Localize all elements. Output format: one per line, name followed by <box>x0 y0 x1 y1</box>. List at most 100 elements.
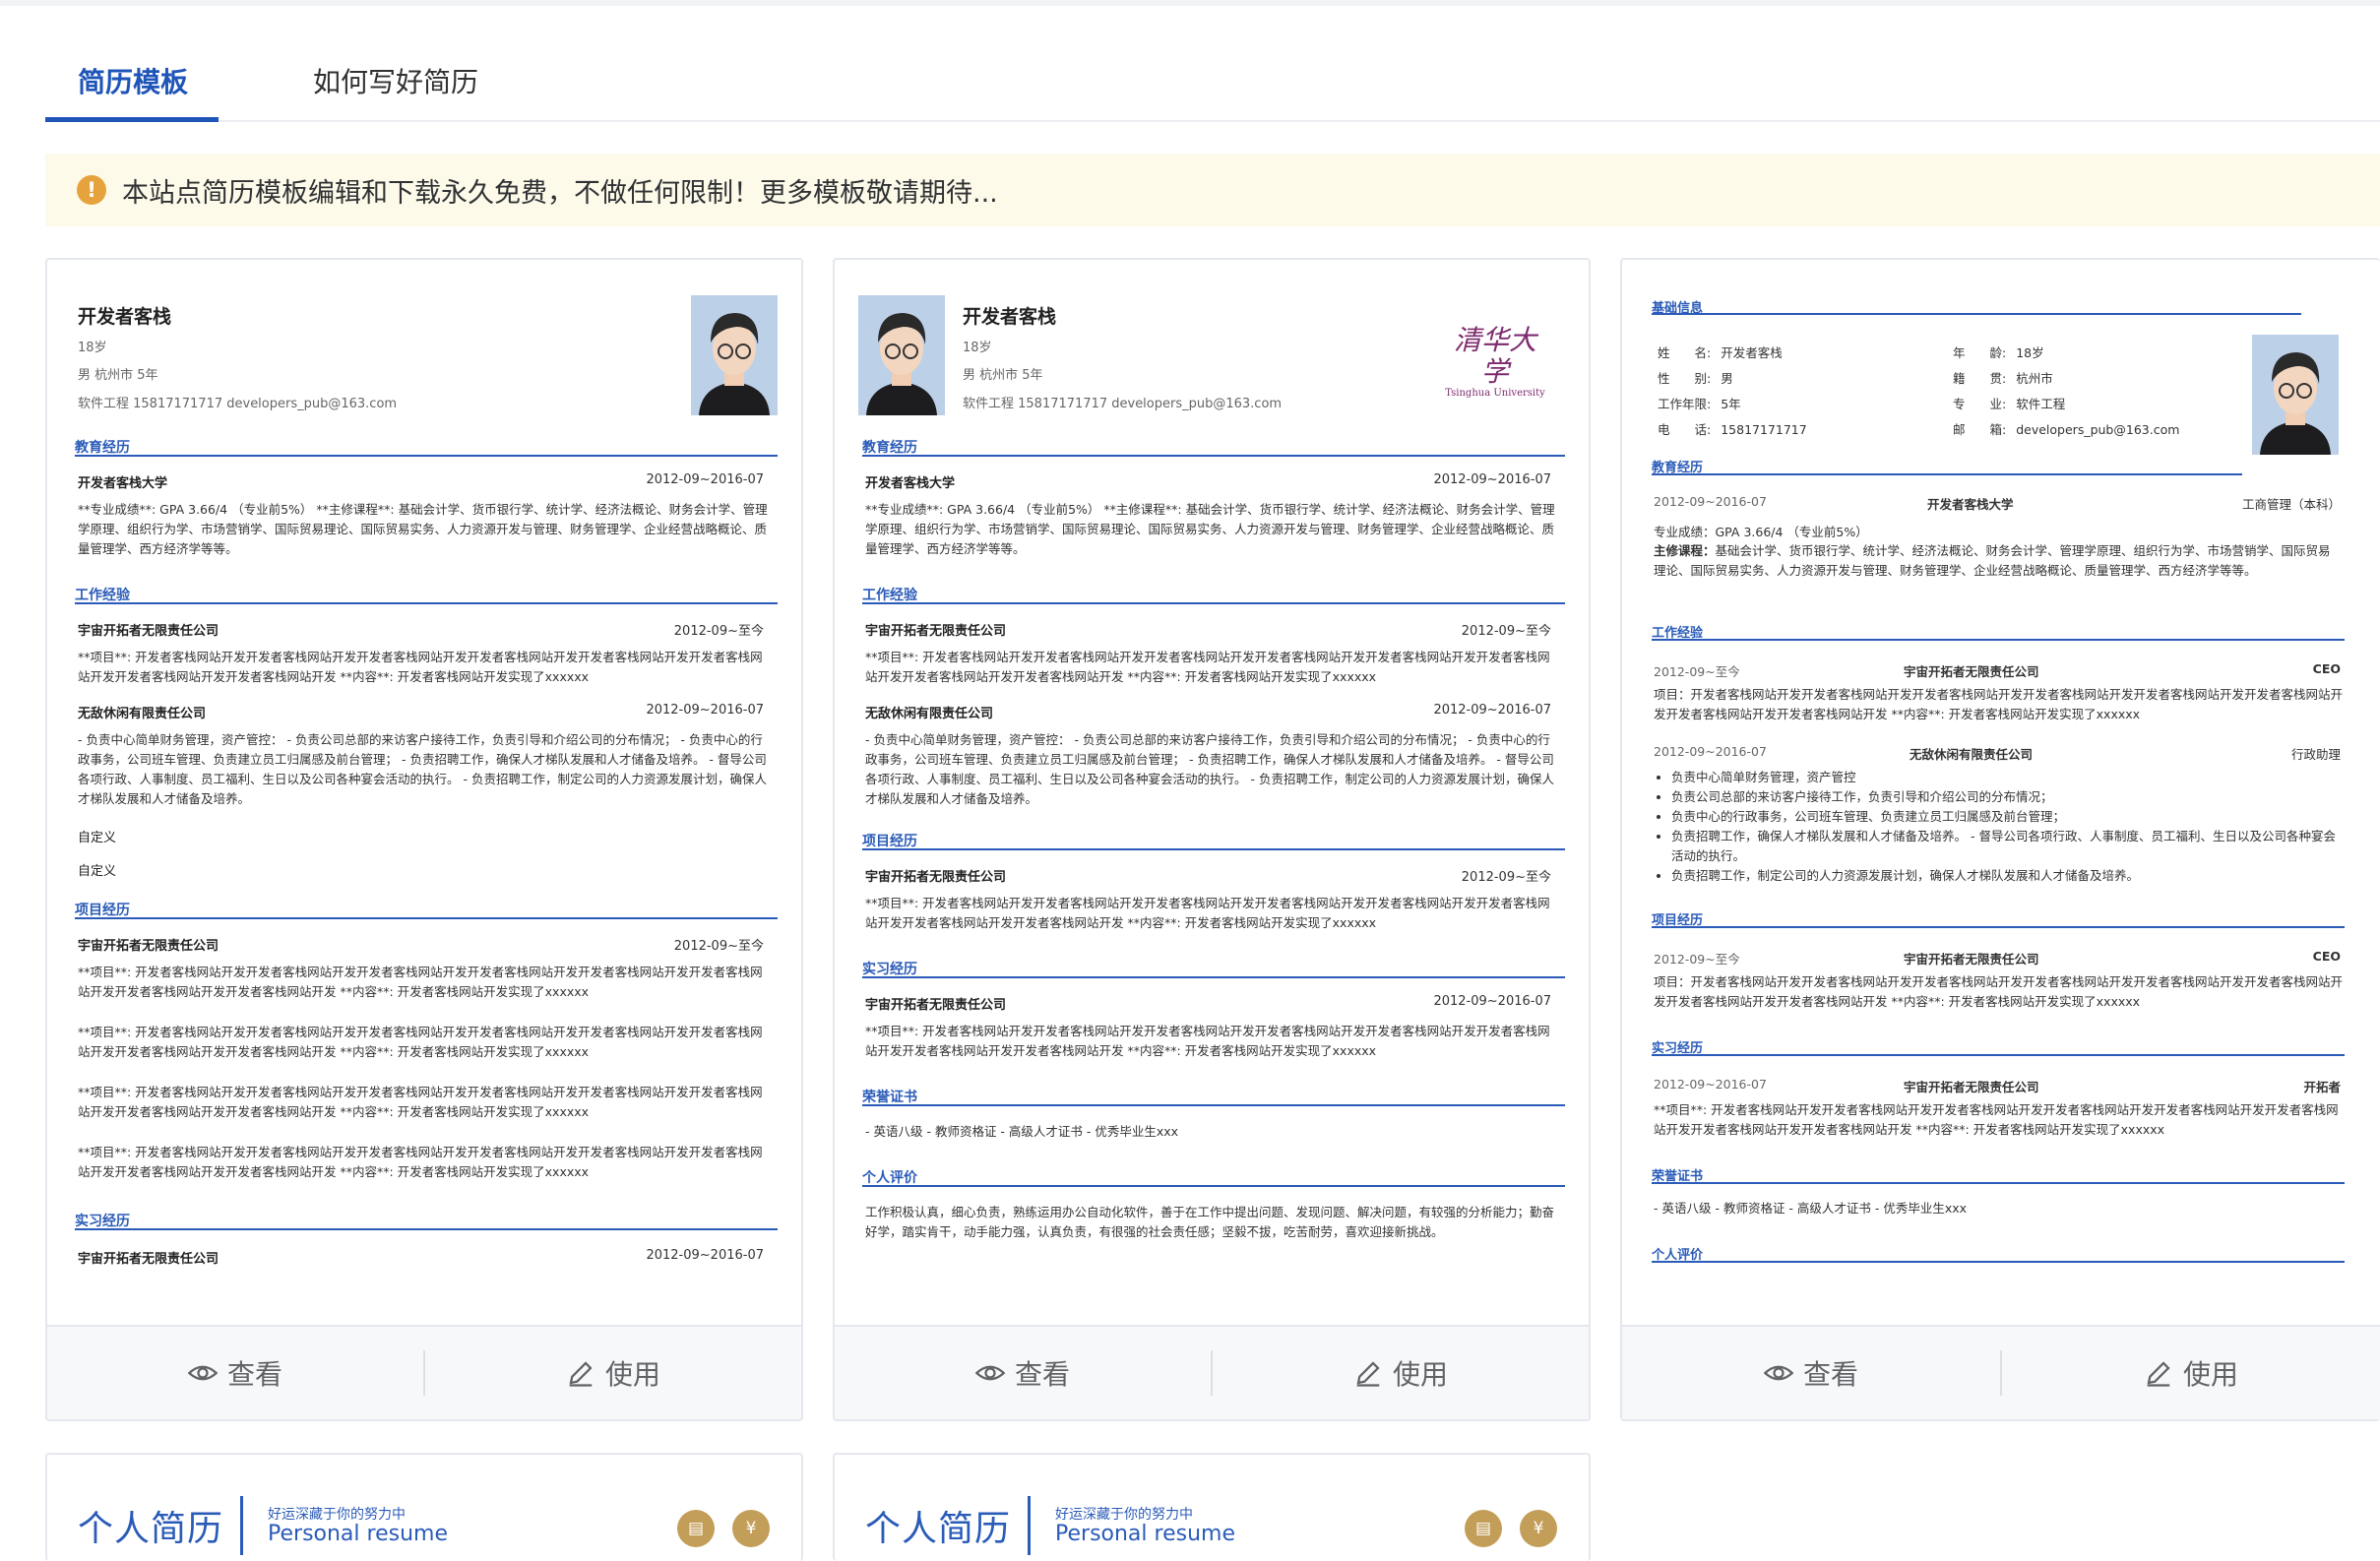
tab-bar: 简历模板 如何写好简历 <box>45 43 2380 122</box>
section-rule <box>862 1104 1565 1106</box>
template-card-4[interactable]: 个人简历 好运深藏于你的努力中 Personal resume ▤ ¥ <box>45 1453 803 1561</box>
resume-english-title: Personal resume <box>1055 1522 1235 1546</box>
custom-item: 自定义 <box>78 831 117 845</box>
view-button[interactable]: 查看 <box>47 1327 423 1419</box>
card-actions: 查看 使用 <box>1622 1325 2380 1419</box>
work-date: 2012-09~2016-07 <box>1654 744 1767 759</box>
section-rule <box>75 455 778 457</box>
edu-course: 基础会计学、货币银行学、统计学、经济法概论、财务会计学、管理学原理、组织行为学、… <box>1654 543 2331 578</box>
section-internship: 实习经历 <box>75 1214 130 1229</box>
work-text: **项目**: 开发者客栈网站开发开发者客栈网站开发开发者客栈网站开发开发者客栈… <box>865 650 1550 684</box>
label-email: 邮 箱: <box>1953 422 2007 437</box>
edu-school: 开发者客栈大学 <box>865 476 956 491</box>
section-rule <box>862 602 1565 604</box>
card-actions: 查看 使用 <box>835 1325 1589 1419</box>
value-email: developers_pub@163.com <box>2016 422 2180 437</box>
top-strip <box>0 0 2380 6</box>
logo-en: Tsinghua University <box>1445 388 1545 399</box>
label-age: 年 龄: <box>1953 345 2007 360</box>
university-logo: 清华大学 Tsinghua University <box>1441 325 1549 400</box>
avatar <box>691 295 778 415</box>
value-hometown: 杭州市 <box>2016 371 2053 386</box>
work-text: **项目**: 开发者客栈网站开发开发者客栈网站开发开发者客栈网站开发开发者客栈… <box>78 650 763 684</box>
tab-how-to-write[interactable]: 如何写好简历 <box>313 61 478 120</box>
resume-basic: 男 杭州市 5年 <box>963 368 1043 383</box>
section-rule <box>1652 1261 2345 1263</box>
logo-cn: 清华大学 <box>1453 324 1536 388</box>
list-item: 负责公司总部的来访客户接待工作，负责引导和介绍公司的分布情况； <box>1671 787 2343 807</box>
intern-text: **项目**: 开发者客栈网站开发开发者客栈网站开发开发者客栈网站开发开发者客栈… <box>1654 1102 2339 1137</box>
label-hometown: 籍 贯: <box>1953 371 2007 386</box>
section-rule <box>1652 926 2345 928</box>
honor-text: - 英语八级 - 教师资格证 - 高级人才证书 - 优秀毕业生xxx <box>1654 1201 1968 1216</box>
work-company: 宇宙开拓者无限责任公司 <box>78 624 219 639</box>
resume-age: 18岁 <box>963 341 992 355</box>
work-company: 无敌休闲有限责任公司 <box>78 707 207 721</box>
section-work: 工作经验 <box>862 588 917 603</box>
resume-slogan: 好运深藏于你的努力中 <box>268 1507 406 1523</box>
notice-text: 本站点简历模板编辑和下载永久免费，不做任何限制！更多模板敬请期待... <box>122 177 998 209</box>
work-date: 2012-09~至今 <box>1654 664 1740 679</box>
work-company: 宇宙开拓者无限责任公司 <box>1904 664 2039 679</box>
avatar <box>2252 335 2339 455</box>
heading-divider <box>240 1496 243 1555</box>
tab-templates[interactable]: 简历模板 <box>78 61 188 120</box>
work-date: 2012-09~至今 <box>1461 624 1551 639</box>
intern-date: 2012-09~2016-07 <box>646 1248 764 1263</box>
label-name: 姓 名: <box>1658 345 1712 360</box>
section-project: 项目经历 <box>75 903 130 918</box>
value-major: 软件工程 <box>2016 397 2066 411</box>
section-rule <box>1652 313 2301 315</box>
intern-role: 开拓者 <box>2303 1080 2341 1094</box>
resume-name: 开发者客栈 <box>963 306 1057 328</box>
use-label: 使用 <box>1392 1358 1448 1391</box>
value-phone: 15817171717 <box>1721 422 1807 437</box>
section-education: 教育经历 <box>862 440 917 456</box>
intern-date: 2012-09~2016-07 <box>1433 994 1551 1009</box>
list-item: 负责中心简单财务管理，资产管控 <box>1671 768 2343 787</box>
resume-slogan: 好运深藏于你的努力中 <box>1055 1507 1193 1523</box>
warning-icon: ! <box>77 175 106 205</box>
resume-english-title: Personal resume <box>268 1522 448 1546</box>
section-education: 教育经历 <box>75 440 130 456</box>
section-rule <box>75 917 778 919</box>
template-card-1[interactable]: 开发者客栈 18岁 男 杭州市 5年 软件工程 15817171717 deve… <box>45 258 803 1421</box>
resume-name: 开发者客栈 <box>78 306 172 328</box>
view-label: 查看 <box>226 1358 282 1391</box>
custom-item: 自定义 <box>78 864 117 879</box>
use-button[interactable]: 使用 <box>1213 1327 1589 1419</box>
project-text: **项目**: 开发者客栈网站开发开发者客栈网站开发开发者客栈网站开发开发者客栈… <box>78 1145 763 1179</box>
edu-school: 开发者客栈大学 <box>78 476 168 491</box>
edu-text: **专业成绩**: GPA 3.66/4 （专业前5%） **主修课程**: 基… <box>78 502 768 556</box>
work-date: 2012-09~至今 <box>673 624 764 639</box>
project-company: 宇宙开拓者无限责任公司 <box>1904 952 2039 967</box>
use-button[interactable]: 使用 <box>2002 1327 2380 1419</box>
use-button[interactable]: 使用 <box>425 1327 801 1419</box>
section-rule <box>1652 1054 2345 1056</box>
view-button[interactable]: 查看 <box>1622 1327 2000 1419</box>
edit-icon <box>569 1361 593 1387</box>
label-sex: 性 别: <box>1658 371 1712 386</box>
work-text: - 负责中心简单财务管理，资产管控： - 负责公司总部的来访客户接待工作，负责引… <box>78 732 767 806</box>
resume-age: 18岁 <box>78 341 107 355</box>
template-card-2[interactable]: 开发者客栈 18岁 男 杭州市 5年 软件工程 15817171717 deve… <box>833 258 1591 1421</box>
template-card-5[interactable]: 个人简历 好运深藏于你的努力中 Personal resume ▤ ¥ <box>833 1453 1591 1561</box>
edit-icon <box>1356 1361 1380 1387</box>
section-honor: 荣誉证书 <box>862 1090 917 1105</box>
resume-preview-1: 开发者客栈 18岁 男 杭州市 5年 软件工程 15817171717 deve… <box>47 260 801 1325</box>
resume-preview-2: 开发者客栈 18岁 男 杭州市 5年 软件工程 15817171717 deve… <box>835 260 1589 1325</box>
project-role: CEO <box>2312 949 2341 964</box>
work-company: 无敌休闲有限责任公司 <box>1910 747 2034 762</box>
resume-preview-3: 基础信息 姓 名: 开发者客栈 年 龄: 18岁 性 别: 男 籍 贯: 杭州市 工作年… <box>1622 260 2380 1325</box>
intern-date: 2012-09~2016-07 <box>1654 1077 1767 1092</box>
label-years: 工作年限: <box>1658 397 1712 411</box>
section-evaluation: 个人评价 <box>862 1170 917 1186</box>
work-role: CEO <box>2312 661 2341 676</box>
view-label: 查看 <box>1802 1358 1858 1391</box>
work-date: 2012-09~2016-07 <box>646 703 764 718</box>
project-company: 宇宙开拓者无限责任公司 <box>78 939 219 954</box>
view-button[interactable]: 查看 <box>835 1327 1211 1419</box>
resume-heading: 个人简历 <box>865 1509 1012 1549</box>
template-card-3[interactable]: 基础信息 姓 名: 开发者客栈 年 龄: 18岁 性 别: 男 籍 贯: 杭州市 工作年… <box>1620 258 2380 1421</box>
view-label: 查看 <box>1014 1358 1070 1391</box>
